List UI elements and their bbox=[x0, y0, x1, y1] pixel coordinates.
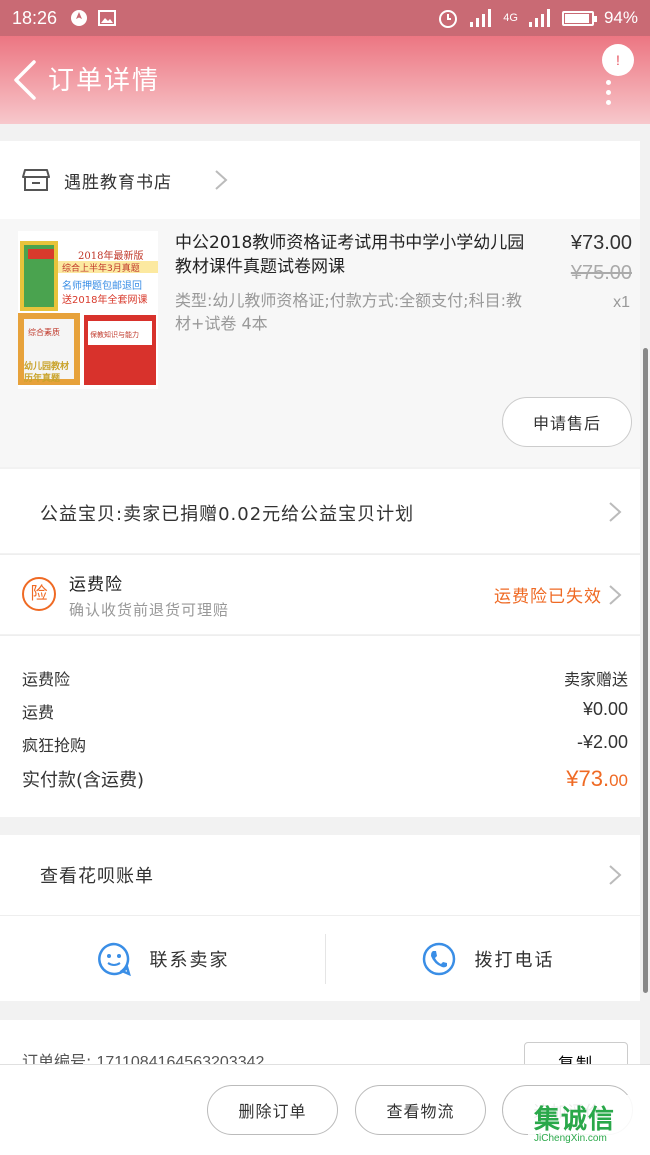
phone-icon bbox=[422, 942, 455, 976]
insurance-status: 运费险已失效 bbox=[494, 587, 602, 607]
bottom-action-bar: 删除订单 查看物流 追加评价 集诚信 JiChengXin.com bbox=[0, 1064, 650, 1155]
fee-label: 运费 bbox=[22, 703, 55, 722]
scrollbar[interactable] bbox=[643, 348, 648, 993]
network-type: 4G bbox=[503, 12, 518, 24]
nav-header: 订单详情 ! bbox=[0, 36, 650, 124]
product-quantity: x1 bbox=[613, 294, 630, 311]
insurance-subtitle: 确认收货前退货可理赔 bbox=[69, 601, 230, 619]
back-arrow-icon[interactable] bbox=[8, 58, 44, 102]
status-bar: 18:26 4G 94% bbox=[0, 0, 650, 36]
page-title: 订单详情 bbox=[48, 66, 161, 96]
total-value: ¥73.00 bbox=[566, 766, 628, 791]
more-menu-icon[interactable] bbox=[606, 80, 611, 110]
call-phone-label: 拨打电话 bbox=[474, 950, 555, 971]
contact-bar: 联系卖家 拨打电话 bbox=[0, 915, 640, 1001]
fee-summary: 运费险 卖家赠送 运费 ¥0.00 疯狂抢购 -¥2.00 实付款(含运费) ¥… bbox=[0, 635, 640, 817]
location-icon bbox=[71, 10, 88, 26]
contact-seller-label: 联系卖家 bbox=[149, 950, 230, 971]
after-sale-button[interactable]: 申请售后 bbox=[502, 397, 632, 447]
cover-bottom-text: 幼儿园教材 bbox=[24, 360, 69, 372]
battery-icon bbox=[561, 10, 597, 26]
fee-value: 卖家赠送 bbox=[563, 670, 628, 689]
fee-value: ¥0.00 bbox=[582, 699, 628, 719]
view-logistics-button[interactable]: 查看物流 bbox=[355, 1085, 486, 1135]
fee-row: 运费险 卖家赠送 bbox=[22, 666, 628, 690]
charity-text: 公益宝贝:卖家已捐赠0.02元给公益宝贝计划 bbox=[40, 504, 415, 525]
product-title[interactable]: 中公2018教师资格证考试用书中学小学幼儿园教材课件真题试卷网课 bbox=[175, 231, 535, 279]
cover-banner-mid: 综合上半年3月真题 bbox=[62, 262, 140, 274]
product-image[interactable]: 2018年最新版 综合上半年3月真题 名师押题包邮退回 送2018年全套网课 综… bbox=[18, 231, 158, 389]
shop-row[interactable]: 遇胜教育书店 bbox=[0, 141, 640, 219]
battery-percent: 94% bbox=[603, 8, 638, 27]
cover-book-label: 综合素质 bbox=[28, 327, 60, 337]
insurance-title: 运费险 bbox=[69, 575, 123, 595]
huabei-text: 查看花呗账单 bbox=[40, 866, 154, 887]
chevron-right-icon bbox=[609, 585, 622, 605]
cover-banner-top: 2018年最新版 bbox=[78, 249, 143, 262]
cover-banner-red: 名师押题包邮退回 bbox=[62, 279, 142, 292]
cover-bottom-text2: 历年真题 bbox=[24, 372, 61, 384]
delete-order-button[interactable]: 删除订单 bbox=[207, 1085, 338, 1135]
cover-banner-red2: 送2018年全套网课 bbox=[62, 293, 147, 306]
chat-icon bbox=[97, 942, 131, 977]
image-icon bbox=[98, 10, 117, 26]
huabei-bill-row[interactable]: 查看花呗账单 bbox=[0, 835, 640, 915]
total-row: 实付款(含运费) ¥73.00 bbox=[22, 766, 628, 792]
fee-value: -¥2.00 bbox=[576, 732, 628, 752]
fee-label: 运费险 bbox=[22, 670, 71, 689]
signal-icon-2 bbox=[528, 9, 550, 27]
shop-name: 遇胜教育书店 bbox=[64, 172, 172, 193]
store-icon bbox=[22, 169, 50, 191]
order-number-row: 订单编号: 1711084164563203342 复制 bbox=[0, 1020, 640, 1082]
chevron-right-icon bbox=[609, 865, 622, 885]
total-label: 实付款(含运费) bbox=[22, 770, 145, 791]
fee-row: 运费 ¥0.00 bbox=[22, 699, 628, 723]
cover-book-label2: 保教知识与能力 bbox=[90, 330, 139, 339]
product-item[interactable]: 2018年最新版 综合上半年3月真题 名师押题包邮退回 送2018年全套网课 综… bbox=[0, 219, 640, 467]
contact-seller-button[interactable]: 联系卖家 bbox=[0, 916, 325, 1002]
fee-row: 疯狂抢购 -¥2.00 bbox=[22, 732, 628, 756]
chevron-right-icon bbox=[609, 502, 622, 522]
alarm-icon bbox=[439, 10, 458, 28]
product-spec: 类型:幼儿教师资格证;付款方式:全额支付;科目:教材+试卷 4本 bbox=[175, 291, 522, 333]
charity-row[interactable]: 公益宝贝:卖家已捐赠0.02元给公益宝贝计划 bbox=[0, 469, 640, 553]
product-original-price: ¥75.00 bbox=[570, 262, 632, 284]
fee-label: 疯狂抢购 bbox=[22, 736, 87, 755]
call-phone-button[interactable]: 拨打电话 bbox=[325, 916, 650, 1002]
chevron-right-icon bbox=[215, 170, 228, 190]
insurance-icon: 险 bbox=[22, 577, 56, 611]
signal-icon bbox=[470, 9, 492, 27]
watermark-logo: 集诚信 JiChengXin.com bbox=[528, 1095, 646, 1151]
notification-badge[interactable]: ! bbox=[602, 44, 634, 76]
status-time: 18:26 bbox=[12, 7, 58, 28]
product-price: ¥73.00 bbox=[570, 232, 632, 254]
shipping-insurance-row[interactable]: 险 运费险 确认收货前退货可理赔 运费险已失效 bbox=[0, 554, 640, 634]
